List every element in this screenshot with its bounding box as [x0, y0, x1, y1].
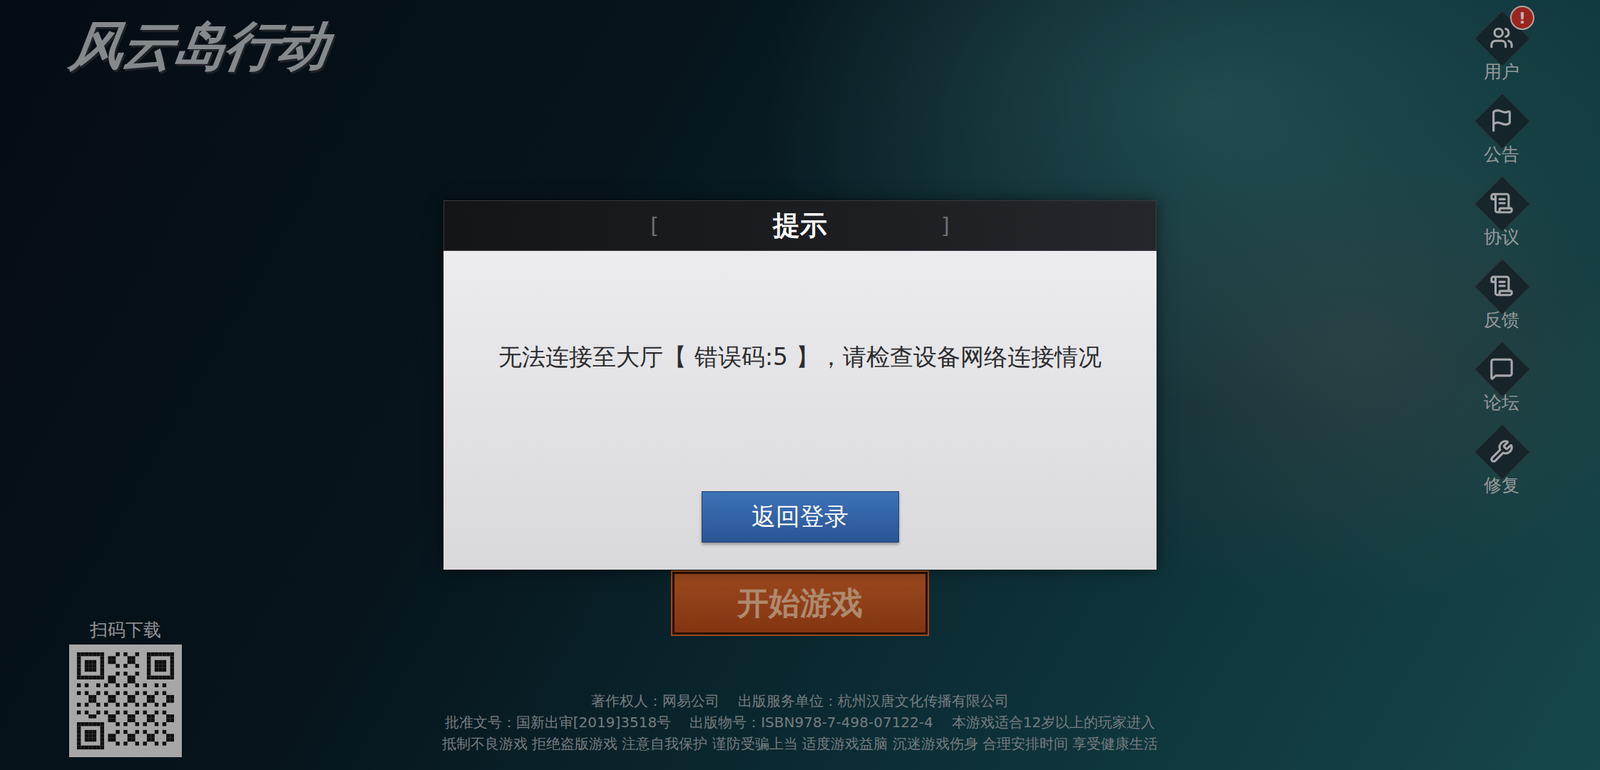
dialog-header: [ 提示]	[443, 200, 1157, 251]
error-message: 无法连接至大厅【 错误码:5 】，请检查设备网络连接情况	[498, 342, 1101, 373]
dialog-body: 无法连接至大厅【 错误码:5 】，请检查设备网络连接情况返回登录	[443, 250, 1157, 570]
login-screen: 风云岛行动扫码下载开始游戏著作权人：网易公司出版服务单位：杭州汉唐文化传播有限公…	[0, 0, 1600, 770]
title-bracket: ]	[941, 213, 950, 239]
return-login-button[interactable]: 返回登录	[701, 491, 900, 543]
modal-overlay: [ 提示] 无法连接至大厅【 错误码:5 】，请检查设备网络连接情况返回登录	[0, 0, 1600, 770]
title-bracket: [	[650, 213, 659, 239]
alert-dialog: [ 提示] 无法连接至大厅【 错误码:5 】，请检查设备网络连接情况返回登录	[443, 200, 1157, 570]
dialog-title: 提示	[772, 207, 828, 244]
